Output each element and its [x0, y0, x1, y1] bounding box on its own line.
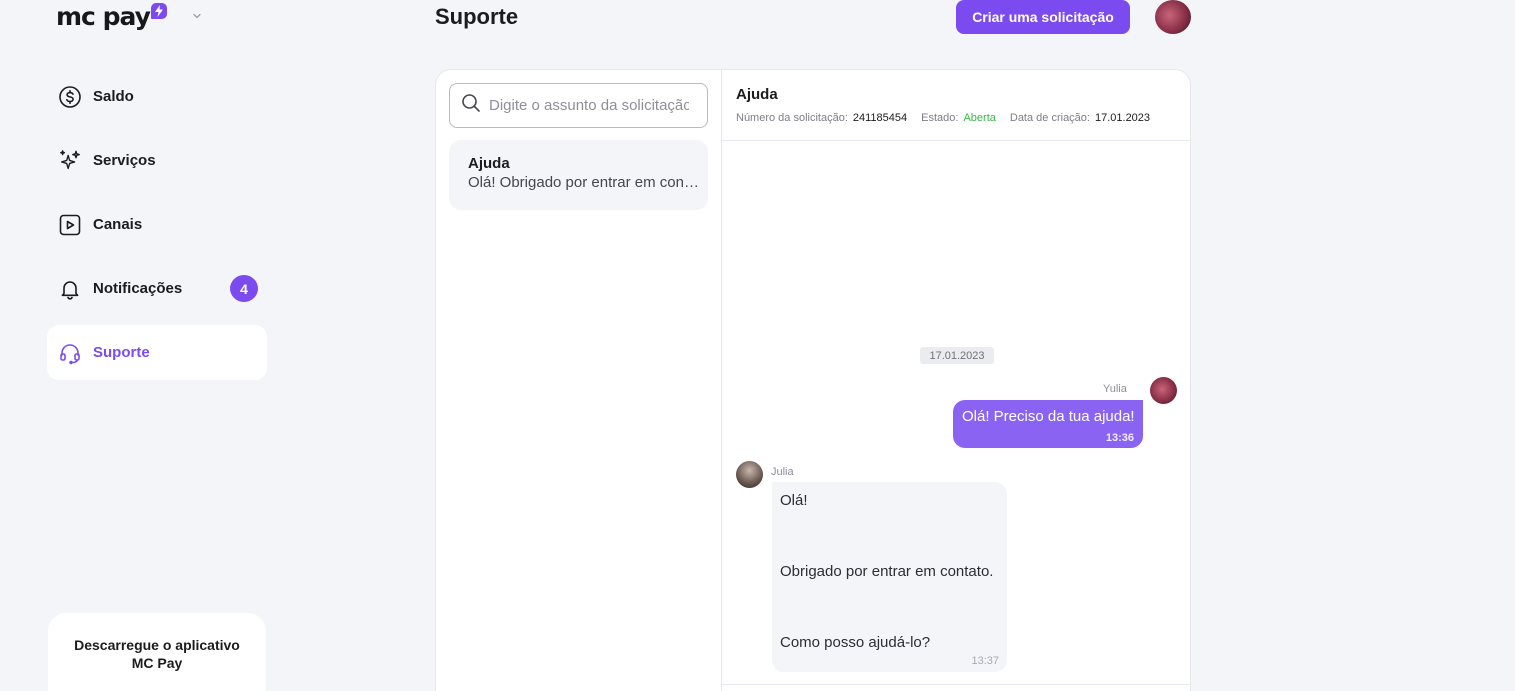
dollar-circle-icon	[58, 85, 82, 109]
download-app-line-2: MC Pay	[131, 655, 183, 671]
message-line: Obrigado por entrar em contato.	[780, 563, 994, 580]
message-line: Olá!	[780, 492, 808, 509]
ticket-preview: Olá! Obrigado por entrar em contato.	[468, 174, 699, 191]
state-label: Estado:	[921, 112, 959, 124]
message-sender: Yulia	[1103, 383, 1127, 395]
ticket-title: Ajuda	[468, 155, 510, 172]
sidebar-item-label: Canais	[93, 216, 143, 233]
user-avatar[interactable]	[1155, 0, 1191, 34]
message-time: 13:36	[1105, 432, 1134, 444]
download-app-card[interactable]: Descarregue o aplicativo MC Pay	[48, 613, 266, 691]
sidebar-item-label: Serviços	[93, 152, 156, 169]
chat-column: Ajuda Número da solicitação: 241185454 E…	[722, 70, 1190, 691]
ticket-list-column: Ajuda Olá! Obrigado por entrar em contat…	[436, 70, 722, 691]
sidebar-item-suporte[interactable]: Suporte	[47, 325, 267, 380]
chevron-down-icon[interactable]	[190, 9, 204, 23]
ticket-list-item[interactable]: Ajuda Olá! Obrigado por entrar em contat…	[449, 140, 708, 210]
date-divider: 17.01.2023	[920, 347, 994, 364]
state-value: Aberta	[963, 112, 996, 124]
created-date-value: 17.01.2023	[1094, 112, 1151, 124]
message-sender: Julia	[771, 466, 794, 478]
sidebar-item-servicos[interactable]: Serviços	[47, 133, 267, 188]
bolt-icon	[150, 2, 167, 19]
create-request-button[interactable]: Criar uma solicitação	[956, 0, 1130, 34]
sparkles-icon	[58, 149, 82, 173]
outgoing-message-bubble: Olá! Preciso da tua ajuda! 13:36	[953, 400, 1143, 448]
sender-avatar	[1150, 377, 1177, 404]
sidebar-item-notificacoes[interactable]: Notificações 4	[47, 261, 267, 316]
agent-avatar	[736, 461, 763, 488]
sidebar-item-label: Notificações	[93, 280, 183, 297]
support-panel: Ajuda Olá! Obrigado por entrar em contat…	[435, 69, 1191, 691]
message-line: Como posso ajudá-lo?	[780, 634, 931, 651]
composer-divider	[722, 684, 1190, 685]
logo-text: mc pay	[56, 2, 151, 31]
message-text: Olá! Preciso da tua ajuda!	[962, 408, 1135, 425]
sidebar-nav: Saldo Serviços Canais Notificações 4 Sup…	[47, 69, 267, 389]
sidebar-item-label: Saldo	[93, 88, 134, 105]
search-icon	[461, 93, 481, 118]
chat-header: Ajuda Número da solicitação: 241185454 E…	[722, 70, 1190, 141]
bell-icon	[58, 277, 82, 301]
chat-title: Ajuda	[736, 86, 778, 103]
sidebar-item-label: Suporte	[93, 344, 150, 361]
incoming-message-bubble: Olá! Obrigado por entrar em contato. Com…	[772, 482, 1007, 672]
headset-icon	[58, 341, 82, 365]
page-title: Suporte	[435, 4, 519, 29]
request-number-value: 241185454	[852, 112, 908, 124]
play-square-icon	[58, 213, 82, 237]
ticket-search-input[interactable]	[489, 97, 689, 114]
ticket-meta: Número da solicitação: 241185454 Estado:…	[736, 112, 1190, 124]
sidebar-item-saldo[interactable]: Saldo	[47, 69, 267, 124]
request-number-label: Número da solicitação:	[736, 112, 848, 124]
mc-pay-logo[interactable]: mc pay	[56, 2, 167, 31]
message-time: 13:37	[971, 655, 999, 667]
download-app-line-1: Descarregue o aplicativo	[74, 637, 240, 653]
created-date-label: Data de criação:	[1009, 112, 1090, 124]
notification-count-badge: 4	[230, 275, 258, 302]
ticket-search-box[interactable]	[449, 83, 708, 128]
sidebar-item-canais[interactable]: Canais	[47, 197, 267, 252]
